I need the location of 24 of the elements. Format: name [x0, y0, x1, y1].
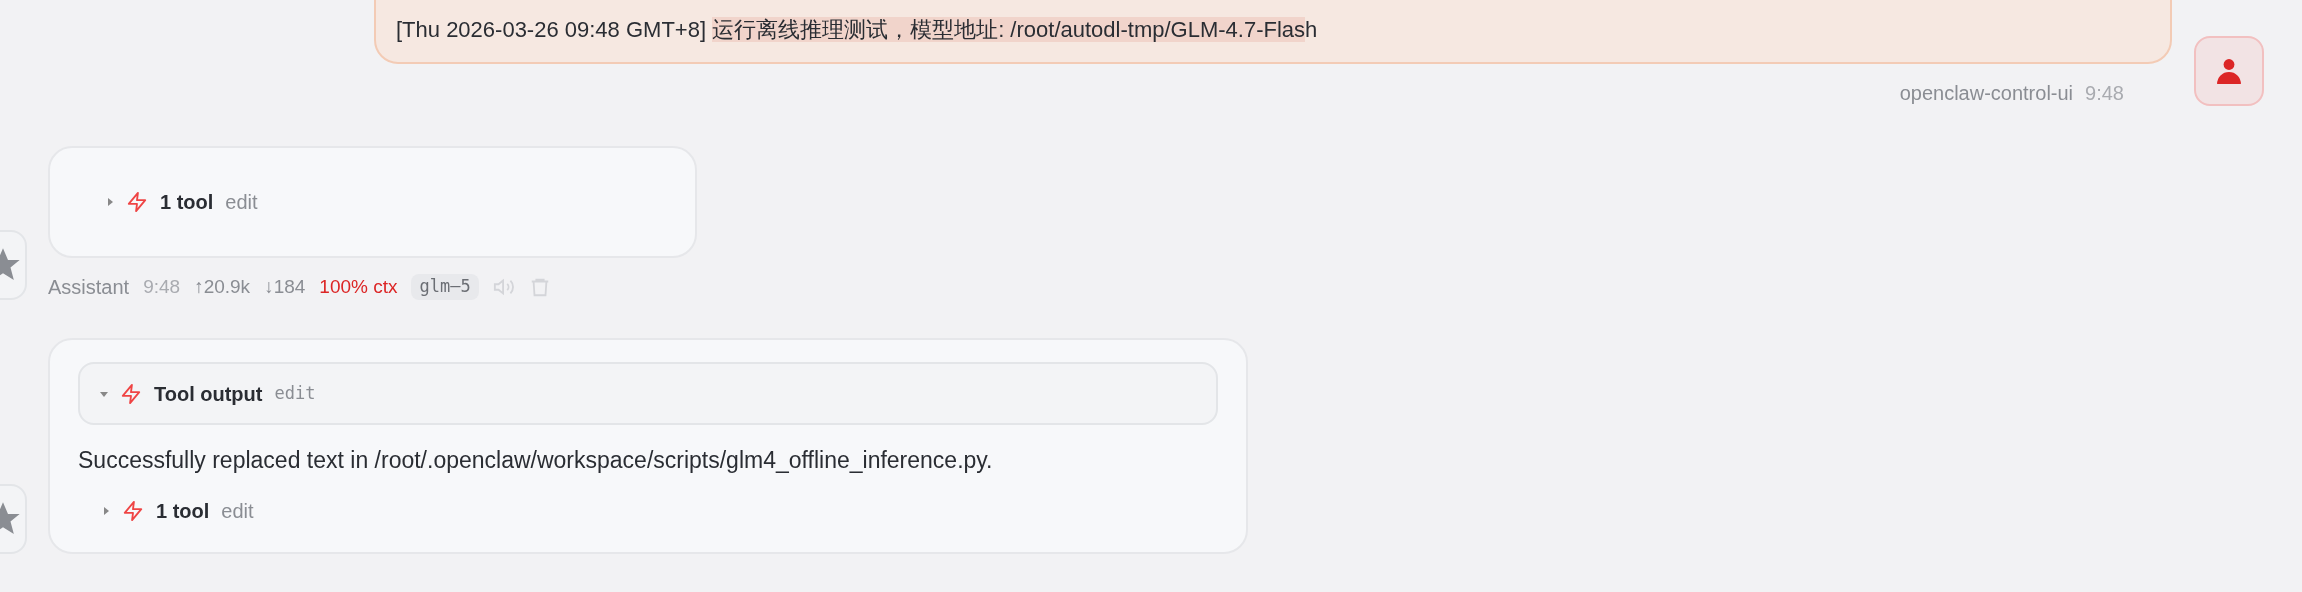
lightning-icon — [120, 382, 142, 405]
sender-name: openclaw-control-ui — [1899, 81, 2074, 106]
tool-name: edit — [225, 190, 258, 215]
message-time: 9:48 — [2085, 81, 2124, 106]
tool-label: 1 tool — [156, 498, 210, 524]
caret-icon[interactable] — [100, 389, 108, 398]
context-usage: 100% ctx — [319, 274, 398, 299]
tool-label: Tool output — [154, 381, 263, 407]
lightning-icon — [122, 499, 144, 522]
message-time: 9:48 — [143, 274, 181, 299]
person-icon — [2216, 58, 2242, 84]
tool-output-header[interactable]: Tool output edit — [78, 362, 1218, 425]
tool-name: edit — [274, 381, 316, 405]
caret-icon[interactable] — [102, 506, 110, 515]
output-tokens: ↓184 — [264, 274, 306, 299]
tool-name: edit — [221, 498, 254, 524]
message-text: [Thu 2026-03-26 09:48 GMT+8] 运行离线推理测试，模型地址: /root/autodl-tmp/GLM-4.7-Flash — [396, 16, 1318, 44]
model-tag: glm–5 — [411, 274, 479, 300]
tool-label: 1 tool — [160, 190, 214, 215]
sender-name: Assistant — [48, 275, 130, 300]
input-tokens: ↑20.9k — [194, 274, 251, 299]
lightning-icon — [126, 191, 148, 213]
message-text: Successfully replaced text in /root/.openclaw/workspace/scripts/glm4_offline_inference.py. — [78, 446, 994, 475]
caret-icon[interactable] — [106, 198, 114, 206]
